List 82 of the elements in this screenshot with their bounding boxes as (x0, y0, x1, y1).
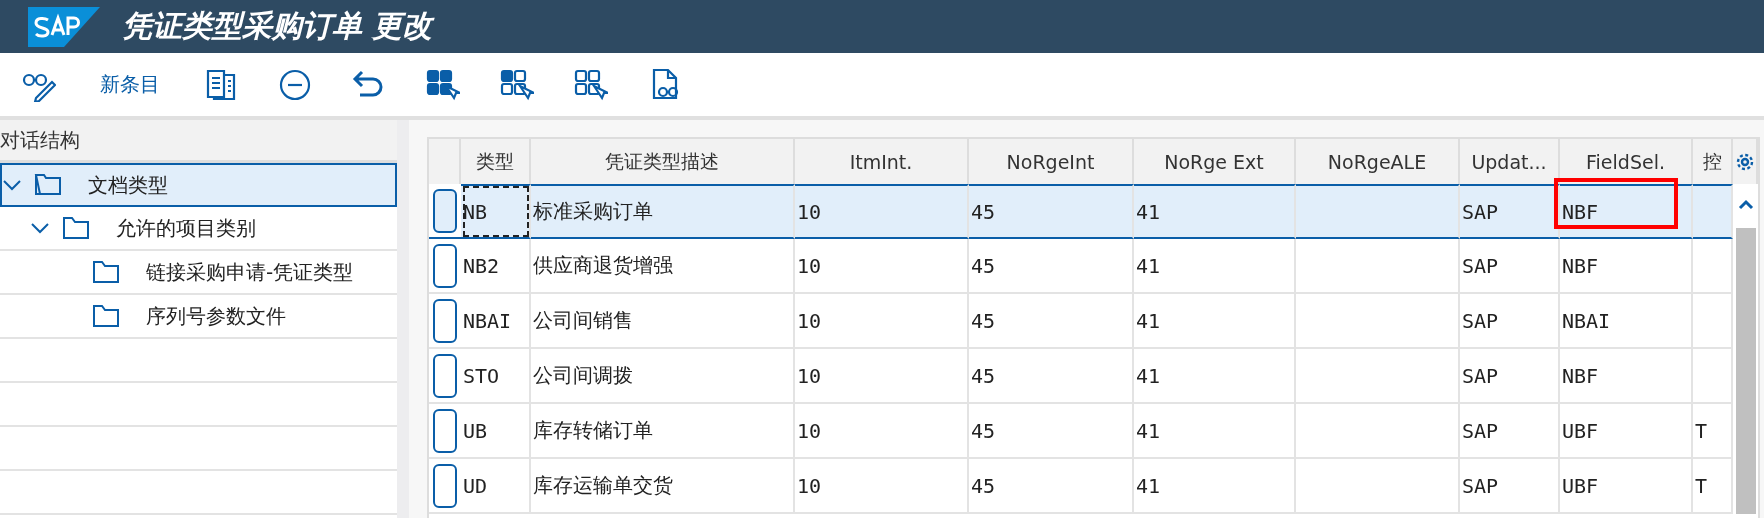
row-selector[interactable] (433, 463, 457, 508)
row-selector[interactable] (433, 298, 457, 343)
table-cell: 10 (795, 184, 969, 239)
column-header[interactable]: NoRge Ext (1134, 139, 1296, 184)
table-cell: UB (461, 404, 531, 459)
open-folder-icon (34, 173, 62, 197)
table-cell: UBF (1560, 459, 1693, 514)
tree-label: 允许的项目类别 (116, 214, 256, 242)
table-cell: 供应商退货增强 (531, 239, 795, 294)
table-cell: 41 (1134, 294, 1296, 349)
select-all-icon[interactable] (426, 67, 460, 102)
table-cell: 公司间销售 (531, 294, 795, 349)
column-header[interactable]: 凭证类型描述 (531, 139, 795, 184)
table-cell: SAP (1460, 239, 1560, 294)
column-header[interactable]: 类型 (461, 139, 531, 184)
table-cell: SAP (1460, 294, 1560, 349)
column-header[interactable]: FieldSel. (1560, 139, 1693, 184)
column-header[interactable]: 控 (1693, 139, 1733, 184)
row-selector[interactable] (433, 188, 457, 233)
table-cell: 10 (795, 349, 969, 404)
table-cell: 41 (1134, 459, 1296, 514)
table-cell: 41 (1134, 239, 1296, 294)
table-cell: 10 (795, 239, 969, 294)
table-cell: SAP (1460, 349, 1560, 404)
table-cell (1693, 184, 1733, 239)
table-cell: T (1693, 459, 1733, 514)
table-cell: T (1693, 404, 1733, 459)
tree-label: 链接采购申请-凭证类型 (146, 258, 354, 286)
table-cell: SAP (1460, 404, 1560, 459)
logo-icon (28, 6, 100, 47)
tree-item[interactable]: 文档类型 (0, 163, 397, 207)
table-cell: 公司间调拨 (531, 349, 795, 404)
table-cell: 45 (969, 459, 1134, 514)
table-cell: NBF (1560, 349, 1693, 404)
table-cell: SAP (1460, 459, 1560, 514)
window-title: 凭证类型采购订单 更改 (122, 7, 433, 45)
minus-circle-icon[interactable] (278, 67, 312, 102)
table-cell: NB2 (461, 239, 531, 294)
table-cell: 45 (969, 404, 1134, 459)
folder-icon (92, 304, 120, 328)
table-cell: NBAI (461, 294, 531, 349)
column-header[interactable]: Updat... (1460, 139, 1560, 184)
table-cell: 45 (969, 294, 1134, 349)
column-header[interactable]: ItmInt. (795, 139, 969, 184)
new-entries-button[interactable]: 新条目 (96, 67, 164, 102)
table-cell: UBF (1560, 404, 1693, 459)
table-cell: 45 (969, 349, 1134, 404)
chevron-down-icon (30, 221, 50, 235)
column-header[interactable]: NoRgeALE (1296, 139, 1460, 184)
table-cell: 库存运输单交货 (531, 459, 795, 514)
settings-icon[interactable] (1734, 151, 1755, 172)
copy-icon[interactable] (204, 67, 238, 102)
chevron-down-icon (2, 178, 22, 192)
scroll-up-icon[interactable] (1737, 198, 1754, 210)
deselect-icon[interactable] (574, 67, 608, 102)
tree-title: 对话结构 (0, 126, 80, 154)
table-cell: 10 (795, 404, 969, 459)
table-cell: SAP (1460, 184, 1560, 239)
table-cell: 库存转储订单 (531, 404, 795, 459)
row-selector[interactable] (433, 408, 457, 453)
table-cell: NBF (1560, 184, 1693, 239)
table-cell: 10 (795, 459, 969, 514)
tree-label: 序列号参数文件 (146, 302, 286, 330)
select-block-icon[interactable] (500, 67, 534, 102)
row-selector[interactable] (433, 243, 457, 288)
folder-icon (92, 260, 120, 284)
table-cell: 45 (969, 184, 1134, 239)
table-cell: 标准采购订单 (531, 184, 795, 239)
table-cell: STO (461, 349, 531, 404)
row-selector[interactable] (433, 353, 457, 398)
table-cell: NBF (1560, 239, 1693, 294)
table-cell: 10 (795, 294, 969, 349)
table-cell: NBAI (1560, 294, 1693, 349)
scrollbar-thumb[interactable] (1735, 228, 1756, 514)
table-cell: UD (461, 459, 531, 514)
table-cell: 41 (1134, 184, 1296, 239)
table-cell: 45 (969, 239, 1134, 294)
column-header[interactable]: NoRgeInt (969, 139, 1134, 184)
table-cell: 41 (1134, 349, 1296, 404)
tree-label: 文档类型 (88, 171, 168, 199)
table-cell: 41 (1134, 404, 1296, 459)
open-folder-icon (62, 216, 90, 240)
